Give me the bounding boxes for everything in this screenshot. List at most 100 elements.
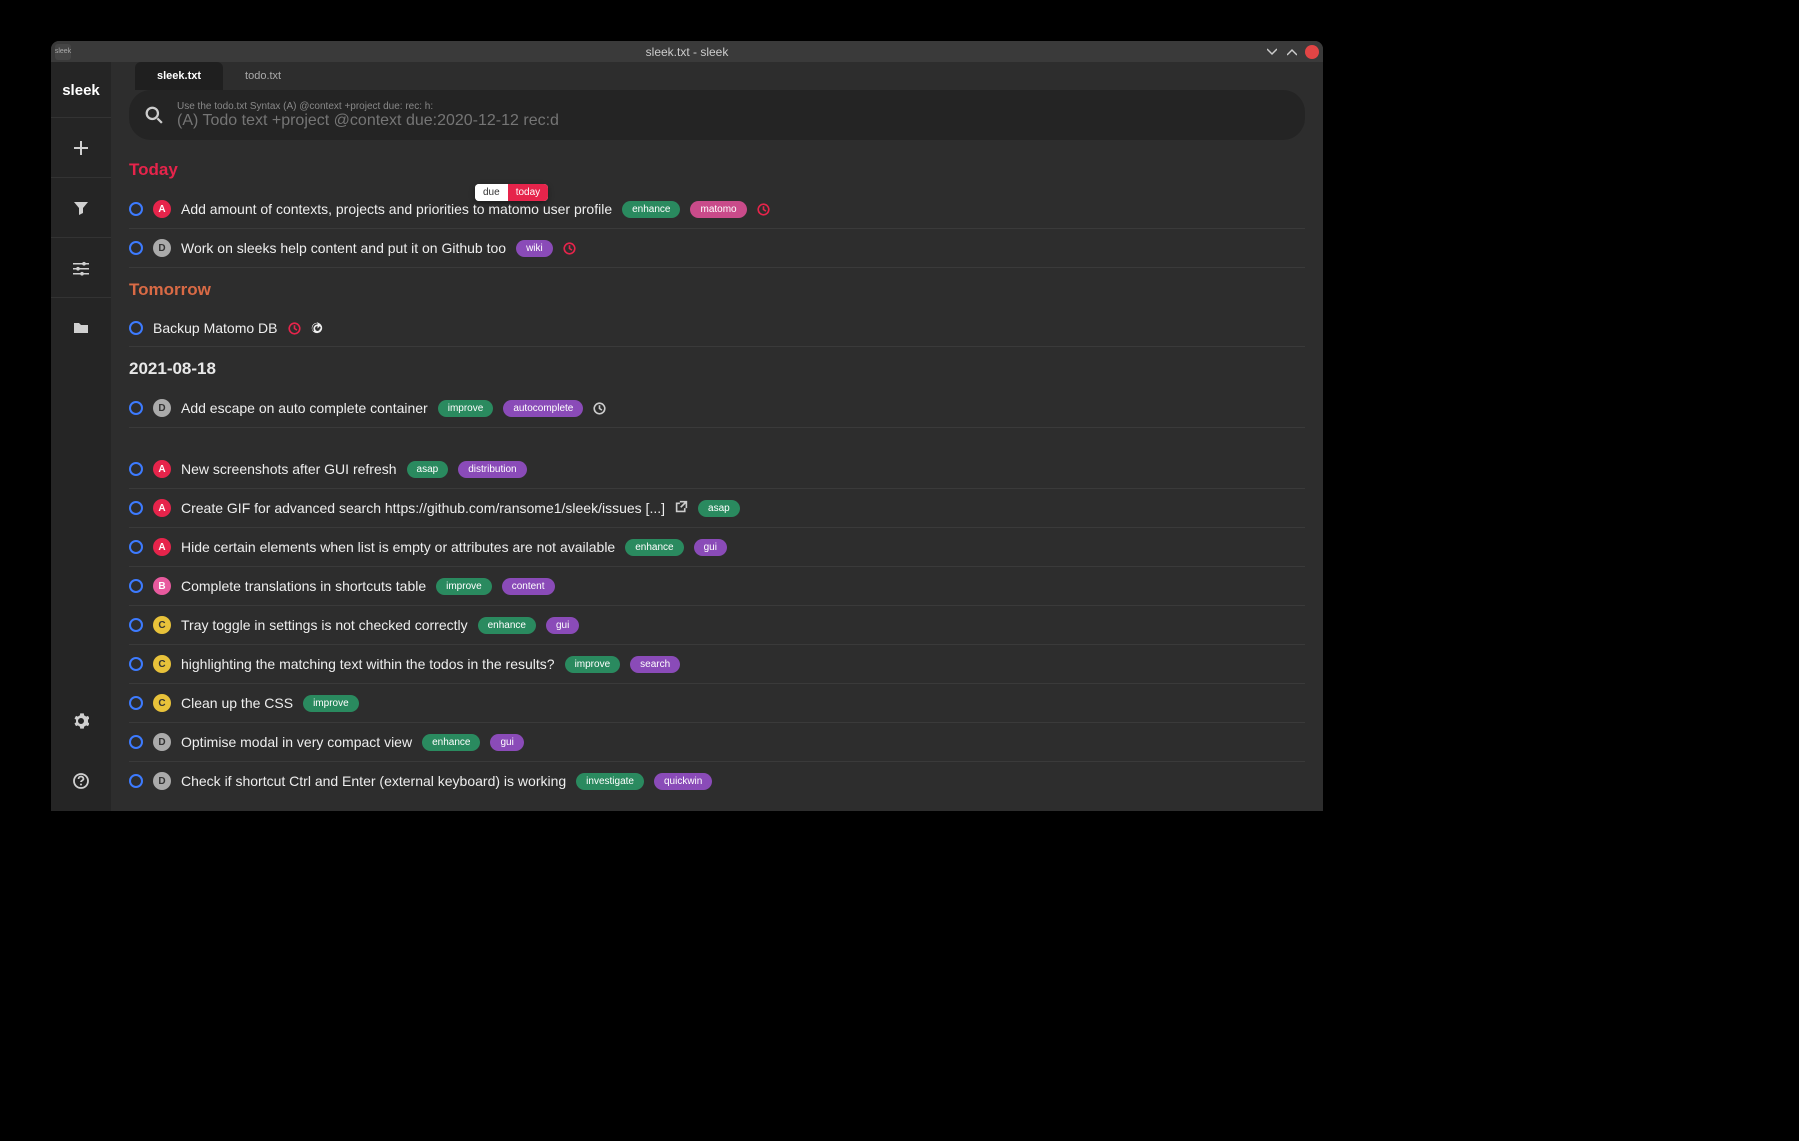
close-button[interactable] — [1305, 45, 1319, 59]
tag[interactable]: asap — [698, 500, 740, 517]
tag[interactable]: gui — [490, 734, 523, 751]
todo-item[interactable]: DCheck if shortcut Ctrl and Enter (exter… — [129, 762, 1305, 800]
tag[interactable]: enhance — [478, 617, 536, 634]
todo-text: Work on sleeks help content and put it o… — [181, 240, 506, 256]
tag[interactable]: wiki — [516, 240, 553, 257]
tab-sleek-txt[interactable]: sleek.txt — [135, 62, 223, 90]
todo-item[interactable]: BComplete translations in shortcuts tabl… — [129, 567, 1305, 606]
todo-text: Add escape on auto complete container — [181, 400, 428, 416]
tag[interactable]: search — [630, 656, 680, 673]
priority-badge: D — [153, 772, 171, 790]
todo-item[interactable]: D Add escape on auto complete container im… — [129, 389, 1305, 428]
todo-text: Backup Matomo DB — [153, 320, 278, 336]
tag[interactable]: autocomplete — [503, 400, 583, 417]
todo-checkbox[interactable] — [129, 618, 143, 632]
todo-item[interactable]: D Work on sleeks help content and put it … — [129, 229, 1305, 268]
todo-checkbox[interactable] — [129, 321, 143, 335]
todo-checkbox[interactable] — [129, 401, 143, 415]
tag[interactable]: improve — [565, 656, 621, 673]
due-clock-icon — [563, 242, 576, 255]
help-icon — [73, 773, 89, 789]
due-tooltip: duetoday — [475, 184, 548, 201]
todo-item[interactable]: D Optimise modal in very compact view enha… — [129, 723, 1305, 762]
preferences-button[interactable] — [51, 691, 111, 751]
search-icon — [145, 106, 163, 124]
add-button[interactable] — [51, 117, 111, 177]
window-controls — [1265, 45, 1319, 59]
todo-item[interactable]: CClean up the CSSimprove — [129, 684, 1305, 723]
search-hint: Use the todo.txt Syntax (A) @context +pr… — [177, 101, 1289, 112]
priority-badge: D — [153, 239, 171, 257]
tag[interactable]: matomo — [690, 201, 746, 218]
external-link-icon[interactable] — [675, 500, 688, 516]
filter-button[interactable] — [51, 177, 111, 237]
folder-icon — [73, 320, 89, 336]
todo-item[interactable]: ACreate GIF for advanced search https://… — [129, 489, 1305, 528]
priority-badge: D — [153, 733, 171, 751]
tag[interactable]: enhance — [625, 539, 683, 556]
tag[interactable]: content — [502, 578, 555, 595]
tag[interactable]: improve — [438, 400, 494, 417]
maximize-button[interactable] — [1285, 45, 1299, 59]
tag[interactable]: improve — [436, 578, 492, 595]
todo-text: Complete translations in shortcuts table — [181, 578, 426, 594]
search-input[interactable] — [177, 112, 1289, 130]
todo-checkbox[interactable] — [129, 579, 143, 593]
settings-sliders-button[interactable] — [51, 237, 111, 297]
tag[interactable]: improve — [303, 695, 359, 712]
todo-checkbox[interactable] — [129, 462, 143, 476]
sidebar: sleek — [51, 62, 111, 811]
todo-item[interactable]: Backup Matomo DB — [129, 310, 1305, 347]
todo-checkbox[interactable] — [129, 540, 143, 554]
tag[interactable]: investigate — [576, 773, 644, 790]
todo-list[interactable]: TodayAAdd amount of contexts, projects a… — [111, 148, 1323, 811]
todo-text: Optimise modal in very compact view — [181, 734, 412, 750]
todo-checkbox[interactable] — [129, 241, 143, 255]
priority-badge: C — [153, 694, 171, 712]
funnel-icon — [73, 200, 89, 216]
minimize-button[interactable] — [1265, 45, 1279, 59]
section-header: 2021-08-18 — [129, 347, 1305, 389]
tag[interactable]: enhance — [422, 734, 480, 751]
due-clock-icon — [757, 203, 770, 216]
tab-bar: sleek.txt todo.txt — [111, 62, 1323, 90]
app-name-label: sleek — [62, 62, 100, 117]
todo-item[interactable]: ANew screenshots after GUI refreshasapdi… — [129, 450, 1305, 489]
tab-todo-txt[interactable]: todo.txt — [223, 62, 303, 90]
tag[interactable]: distribution — [458, 461, 526, 478]
due-clock-icon — [288, 322, 301, 335]
todo-checkbox[interactable] — [129, 657, 143, 671]
main-panel: sleek.txt todo.txt Use the todo.txt Synt… — [111, 62, 1323, 811]
app-icon: sleek — [55, 44, 71, 60]
tag[interactable]: asap — [407, 461, 449, 478]
todo-item[interactable]: Chighlighting the matching text within t… — [129, 645, 1305, 684]
tag[interactable]: quickwin — [654, 773, 712, 790]
todo-item[interactable]: AAdd amount of contexts, projects and pr… — [129, 190, 1305, 229]
todo-checkbox[interactable] — [129, 202, 143, 216]
todo-text: Create GIF for advanced search https://g… — [181, 500, 665, 516]
todo-text: New screenshots after GUI refresh — [181, 461, 397, 477]
help-button[interactable] — [51, 751, 111, 811]
priority-badge: D — [153, 399, 171, 417]
section-header: Today — [129, 148, 1305, 190]
tag[interactable]: gui — [694, 539, 727, 556]
due-clock-icon — [593, 402, 606, 415]
todo-checkbox[interactable] — [129, 774, 143, 788]
todo-item[interactable]: CTray toggle in settings is not checked … — [129, 606, 1305, 645]
todo-text: highlighting the matching text within th… — [181, 656, 555, 672]
todo-checkbox[interactable] — [129, 696, 143, 710]
plus-icon — [73, 140, 89, 156]
tag[interactable]: gui — [546, 617, 579, 634]
sliders-icon — [73, 260, 89, 276]
todo-checkbox[interactable] — [129, 501, 143, 515]
files-button[interactable] — [51, 297, 111, 357]
tag[interactable]: enhance — [622, 201, 680, 218]
priority-badge: C — [153, 655, 171, 673]
todo-item[interactable]: AHide certain elements when list is empt… — [129, 528, 1305, 567]
tooltip-value: today — [508, 184, 548, 201]
todo-text: Add amount of contexts, projects and pri… — [181, 201, 612, 217]
todo-checkbox[interactable] — [129, 735, 143, 749]
tooltip-label: due — [475, 184, 508, 201]
search-bar[interactable]: Use the todo.txt Syntax (A) @context +pr… — [129, 90, 1305, 140]
section-header: Tomorrow — [129, 268, 1305, 310]
